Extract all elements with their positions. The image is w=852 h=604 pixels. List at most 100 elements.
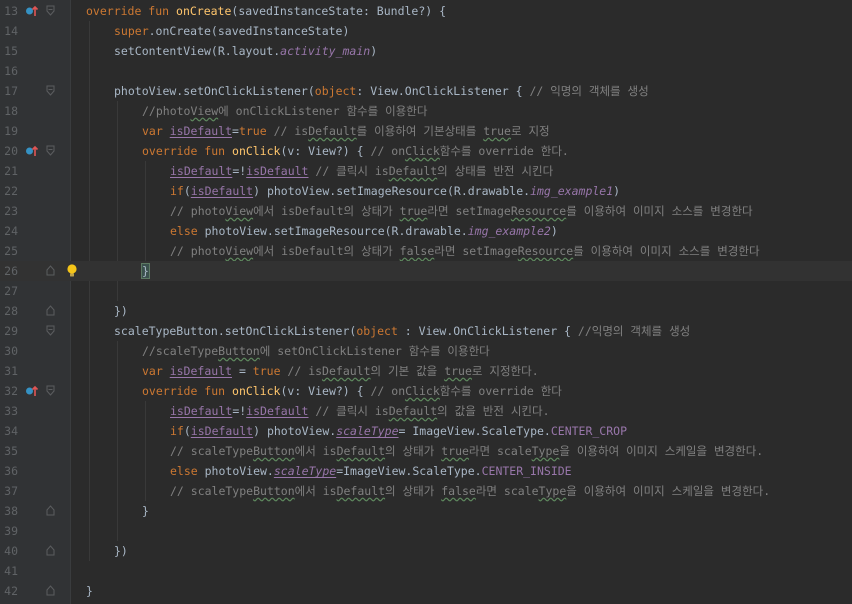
code-line[interactable]: 13 override fun onCreate(savedInstanceSta… bbox=[0, 1, 852, 21]
line-number: 33 bbox=[4, 404, 18, 418]
code-token: //익명의 객체를 생성 bbox=[577, 324, 691, 338]
code-line[interactable]: 25 // photoView에서 isDefault의 상태가 false라면 … bbox=[0, 241, 852, 261]
code-line[interactable]: 24 else photoView.setImageResource(R.draw… bbox=[0, 221, 852, 241]
code-text[interactable]: // scaleTypeButton에서 isDefault의 상태가 fals… bbox=[170, 481, 770, 501]
code-line[interactable]: 14 super.onCreate(savedInstanceState) bbox=[0, 21, 852, 41]
code-token: scaleTypeButton.setOnClickListener( bbox=[114, 324, 357, 338]
code-text[interactable]: super.onCreate(savedInstanceState) bbox=[114, 21, 349, 41]
code-token: CENTER_INSIDE bbox=[481, 464, 572, 478]
code-line[interactable]: 35 // scaleTypeButton에서 isDefault의 상태가 tr… bbox=[0, 441, 852, 461]
code-line[interactable]: 40}) bbox=[0, 541, 852, 561]
code-token: true bbox=[238, 124, 274, 138]
code-text[interactable]: if(isDefault) photoView.setImageResource… bbox=[170, 181, 620, 201]
code-token: (v: View?) bbox=[280, 144, 357, 158]
code-line[interactable]: 29 scaleTypeButton.setOnClickListener(obj… bbox=[0, 321, 852, 341]
code-line[interactable]: 28}) bbox=[0, 301, 852, 321]
code-token: // is bbox=[273, 124, 309, 138]
code-line[interactable]: 17 photoView.setOnClickListener(object: V… bbox=[0, 81, 852, 101]
code-text[interactable]: // photoView에서 isDefault의 상태가 true라면 set… bbox=[170, 201, 753, 221]
fold-close-icon[interactable] bbox=[46, 545, 55, 556]
code-text[interactable]: //scaleTypeButton에 setOnClickListener 함수… bbox=[142, 341, 490, 361]
code-line[interactable]: 31 var isDefault = true // isDefault의 기본 … bbox=[0, 361, 852, 381]
code-line[interactable]: 27 bbox=[0, 281, 852, 301]
code-line[interactable]: 36 else photoView.scaleType=ImageView.Sca… bbox=[0, 461, 852, 481]
fold-open-icon[interactable] bbox=[46, 145, 55, 156]
code-text[interactable]: override fun onClick(v: View?) { // onCl… bbox=[142, 381, 562, 401]
code-line[interactable]: 38} bbox=[0, 501, 852, 521]
code-text[interactable]: setContentView(R.layout.activity_main) bbox=[114, 41, 377, 61]
override-up-icon[interactable] bbox=[25, 4, 39, 18]
code-line[interactable]: 26} bbox=[0, 261, 852, 281]
code-line[interactable]: 34 if(isDefault) photoView.scaleType= Ima… bbox=[0, 421, 852, 441]
code-line[interactable]: 37 // scaleTypeButton에서 isDefault의 상태가 fa… bbox=[0, 481, 852, 501]
code-line[interactable]: 42} bbox=[0, 581, 852, 601]
code-token: 의 상태를 반전 시킨다 bbox=[437, 164, 554, 178]
fold-open-icon[interactable] bbox=[46, 385, 55, 396]
code-token: Default bbox=[388, 164, 438, 178]
code-token: // 클릭시 is bbox=[308, 164, 389, 178]
code-text[interactable]: //photoView에 onClickListener 함수를 이용한다 bbox=[142, 101, 427, 121]
code-line[interactable]: 22 if(isDefault) photoView.setImageResour… bbox=[0, 181, 852, 201]
code-token: Default bbox=[308, 124, 357, 138]
code-text[interactable]: // photoView에서 isDefault의 상태가 false라면 se… bbox=[170, 241, 760, 261]
code-token: 라면 scale bbox=[475, 484, 539, 498]
line-number: 30 bbox=[4, 344, 18, 358]
code-editor[interactable]: 13 override fun onCreate(savedInstanceSta… bbox=[0, 0, 852, 604]
code-text[interactable]: override fun onCreate(savedInstanceState… bbox=[86, 1, 446, 21]
fold-open-icon[interactable] bbox=[46, 85, 55, 96]
code-line[interactable]: 23 // photoView에서 isDefault의 상태가 true라면 s… bbox=[0, 201, 852, 221]
code-line[interactable]: 33 isDefault=!isDefault // 클릭시 isDefault의… bbox=[0, 401, 852, 421]
code-text[interactable]: else photoView.scaleType=ImageView.Scale… bbox=[170, 461, 572, 481]
code-token: 에 setOnClickListener 함수를 이용한다 bbox=[259, 344, 490, 358]
code-text[interactable]: var isDefault = true // isDefault의 기본 값을… bbox=[142, 361, 539, 381]
code-line[interactable]: 21 isDefault=!isDefault // 클릭시 isDefault의… bbox=[0, 161, 852, 181]
fold-close-icon[interactable] bbox=[46, 505, 55, 516]
override-up-icon[interactable] bbox=[25, 384, 39, 398]
code-text[interactable]: override fun onClick(v: View?) { // onCl… bbox=[142, 141, 569, 161]
code-text[interactable]: } bbox=[141, 261, 150, 281]
code-token: // scaleType bbox=[170, 484, 254, 498]
code-text[interactable]: else photoView.setImageResource(R.drawab… bbox=[170, 221, 558, 241]
code-token: // on bbox=[363, 144, 406, 158]
line-number: 19 bbox=[4, 124, 18, 138]
code-line[interactable]: 39 bbox=[0, 521, 852, 541]
code-token: var bbox=[142, 124, 170, 138]
code-token: else bbox=[170, 464, 205, 478]
code-token: Click bbox=[405, 144, 440, 158]
lightbulb-icon[interactable] bbox=[66, 263, 78, 279]
code-text[interactable]: isDefault=!isDefault // 클릭시 isDefault의 상… bbox=[170, 161, 553, 181]
code-token: Default bbox=[322, 364, 371, 378]
code-token: isDefault bbox=[170, 164, 233, 178]
fold-close-icon[interactable] bbox=[46, 265, 55, 276]
line-number: 38 bbox=[4, 504, 18, 518]
code-text[interactable]: } bbox=[86, 581, 93, 601]
code-line[interactable]: 20 override fun onClick(v: View?) { // on… bbox=[0, 141, 852, 161]
fold-close-icon[interactable] bbox=[46, 585, 55, 596]
code-text[interactable]: var isDefault=true // isDefault를 이용하여 기본… bbox=[142, 121, 550, 141]
code-text[interactable]: scaleTypeButton.setOnClickListener(objec… bbox=[114, 321, 690, 341]
code-text[interactable]: }) bbox=[114, 301, 128, 321]
code-token: onCreate bbox=[176, 4, 232, 18]
code-line[interactable]: 15 setContentView(R.layout.activity_main) bbox=[0, 41, 852, 61]
code-text[interactable]: }) bbox=[114, 541, 128, 561]
code-token: }) bbox=[114, 304, 128, 318]
code-text[interactable]: if(isDefault) photoView.scaleType= Image… bbox=[170, 421, 627, 441]
fold-open-icon[interactable] bbox=[46, 325, 55, 336]
code-text[interactable]: isDefault=!isDefault // 클릭시 isDefault의 값… bbox=[170, 401, 550, 421]
line-number: 17 bbox=[4, 84, 18, 98]
line-number: 31 bbox=[4, 364, 18, 378]
code-line[interactable]: 16 bbox=[0, 61, 852, 81]
code-line[interactable]: 19 var isDefault=true // isDefault를 이용하여 … bbox=[0, 121, 852, 141]
code-token: // photo bbox=[170, 204, 226, 218]
code-line[interactable]: 32 override fun onClick(v: View?) { // on… bbox=[0, 381, 852, 401]
code-line[interactable]: 30 //scaleTypeButton에 setOnClickListener … bbox=[0, 341, 852, 361]
code-line[interactable]: 41 bbox=[0, 561, 852, 581]
code-text[interactable]: // scaleTypeButton에서 isDefault의 상태가 true… bbox=[170, 441, 763, 461]
code-text[interactable]: photoView.setOnClickListener(object: Vie… bbox=[114, 81, 649, 101]
code-text[interactable]: } bbox=[142, 501, 149, 521]
fold-open-icon[interactable] bbox=[46, 5, 55, 16]
code-line[interactable]: 18 //photoView에 onClickListener 함수를 이용한다 bbox=[0, 101, 852, 121]
code-token: 에서 isDefault의 상태가 bbox=[253, 244, 400, 258]
override-up-icon[interactable] bbox=[25, 144, 39, 158]
fold-close-icon[interactable] bbox=[46, 305, 55, 316]
